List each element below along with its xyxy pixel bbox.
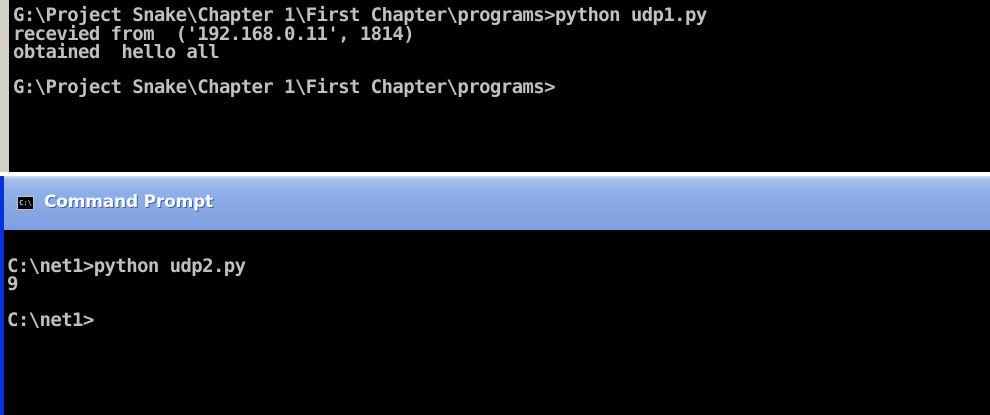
window-title: Command Prompt xyxy=(44,192,213,212)
console-line: obtained hello all xyxy=(13,41,220,63)
title-bar[interactable]: C:\ Command Prompt xyxy=(4,176,990,230)
cmd-icon[interactable]: C:\ xyxy=(17,196,34,210)
background-console-window[interactable]: G:\Project Snake\Chapter 1\First Chapter… xyxy=(0,0,990,172)
console-output[interactable]: C:\net1>python udp2.py 9 C:\net1> xyxy=(4,230,990,415)
console-line: G:\Project Snake\Chapter 1\First Chapter… xyxy=(13,76,556,98)
command-prompt-window[interactable]: C:\ Command Prompt C:\net1>python udp2.p… xyxy=(0,176,990,415)
console-line: 9 xyxy=(7,273,18,295)
console-line: C:\net1>python udp2.py xyxy=(7,255,246,277)
console-line: C:\net1> xyxy=(7,309,94,331)
